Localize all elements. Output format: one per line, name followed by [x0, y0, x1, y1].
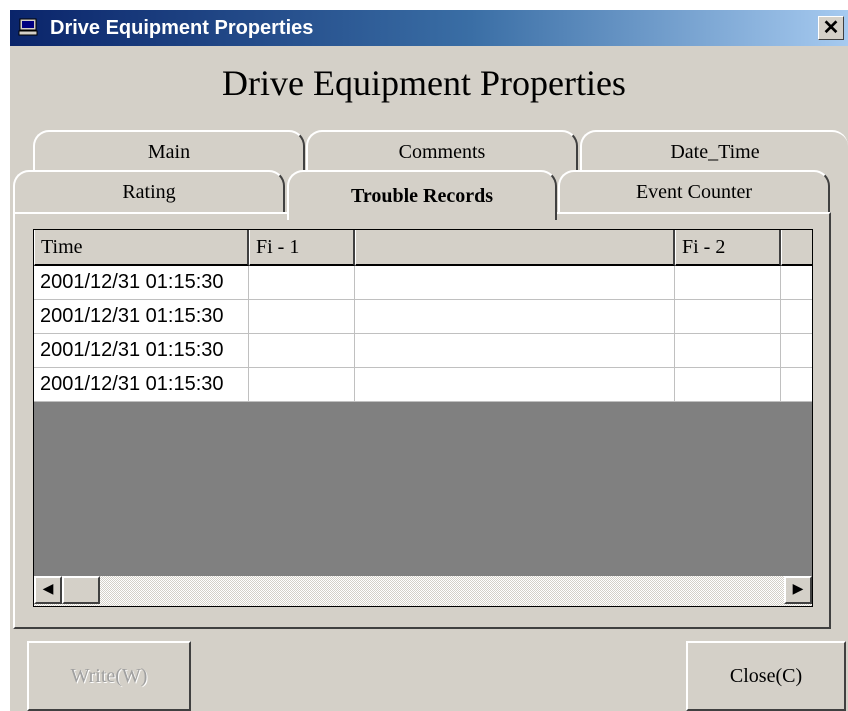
tab-label: Comments — [398, 141, 486, 163]
page-title: Drive Equipment Properties — [222, 63, 626, 103]
close-icon[interactable]: ✕ — [818, 16, 844, 40]
blank-cell[interactable] — [355, 300, 675, 334]
close-button[interactable]: Close(C) — [686, 641, 846, 711]
table-row[interactable]: 2001/12/31 01:15:30 — [34, 368, 812, 402]
blank-cell[interactable] — [781, 300, 812, 334]
title-bar[interactable]: Drive Equipment Properties ✕ — [10, 10, 848, 46]
fi-1-cell[interactable] — [249, 266, 355, 300]
column-header-time[interactable]: Time — [34, 230, 249, 266]
table-row[interactable]: 2001/12/31 01:15:30 — [34, 266, 812, 300]
horizontal-scrollbar[interactable]: ◀ ▶ — [34, 576, 812, 606]
fi-2-cell[interactable] — [675, 334, 781, 368]
window-title: Drive Equipment Properties — [50, 17, 314, 39]
tab-comments[interactable]: Comments — [306, 130, 578, 174]
fi-1-cell[interactable] — [249, 334, 355, 368]
time-cell[interactable]: 2001/12/31 01:15:30 — [34, 300, 249, 334]
fi-2-cell[interactable] — [675, 266, 781, 300]
tab-label: Date_Time — [670, 141, 760, 163]
table-row[interactable]: 2001/12/31 01:15:30 — [34, 334, 812, 368]
blank-cell[interactable] — [781, 334, 812, 368]
column-header-fi-2[interactable]: Fi - 2 — [675, 230, 781, 266]
tab-event-counter[interactable]: Event Counter — [558, 170, 830, 214]
blank-cell[interactable] — [355, 334, 675, 368]
blank-cell[interactable] — [781, 368, 812, 402]
table-row[interactable]: 2001/12/31 01:15:30 — [34, 300, 812, 334]
tab-trouble-records[interactable]: Trouble Records — [287, 170, 557, 220]
blank-cell[interactable] — [781, 266, 812, 300]
tab-main[interactable]: Main — [33, 130, 305, 174]
time-cell[interactable]: 2001/12/31 01:15:30 — [34, 368, 249, 402]
fi-2-cell[interactable] — [675, 300, 781, 334]
tab-label: Trouble Records — [350, 185, 494, 207]
scroll-right-icon[interactable]: ▶ — [784, 576, 812, 604]
time-cell[interactable]: 2001/12/31 01:15:30 — [34, 266, 249, 300]
tab-label: Event Counter — [635, 181, 753, 203]
scroll-left-icon[interactable]: ◀ — [34, 576, 62, 604]
time-cell[interactable]: 2001/12/31 01:15:30 — [34, 334, 249, 368]
column-header-blank[interactable] — [781, 230, 812, 266]
tab-label: Rating — [122, 181, 176, 203]
column-header-blank[interactable] — [355, 230, 675, 266]
trouble-records-table[interactable]: Time Fi - 1 Fi - 2 2001/12/31 01:15:30 2… — [33, 229, 813, 607]
write-button[interactable]: Write(W) — [27, 641, 191, 711]
blank-cell[interactable] — [355, 368, 675, 402]
blank-cell[interactable] — [355, 266, 675, 300]
table-header: Time Fi - 1 Fi - 2 — [34, 230, 812, 266]
tab-date-time[interactable]: Date_Time — [580, 130, 848, 174]
scroll-thumb[interactable] — [62, 576, 100, 604]
computer-icon — [18, 18, 38, 36]
tab-label: Main — [147, 141, 191, 163]
fi-2-cell[interactable] — [675, 368, 781, 402]
fi-1-cell[interactable] — [249, 300, 355, 334]
column-header-fi-1[interactable]: Fi - 1 — [249, 230, 355, 266]
tab-rating[interactable]: Rating — [13, 170, 285, 214]
fi-1-cell[interactable] — [249, 368, 355, 402]
